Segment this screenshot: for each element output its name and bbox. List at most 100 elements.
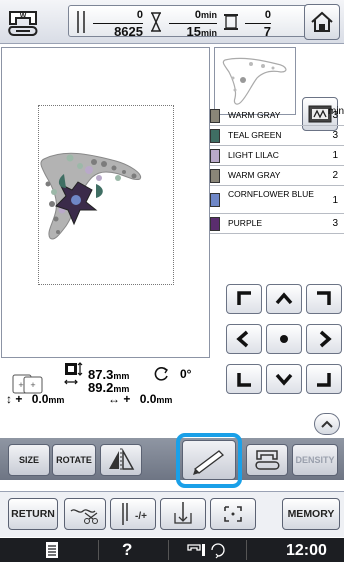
color-list-item[interactable]: LIGHT LILAC 1 — [210, 146, 344, 166]
svg-text:-/+: -/+ — [135, 511, 147, 522]
move-up-right-button[interactable] — [306, 284, 342, 314]
thread-minutes: 3 — [332, 130, 338, 141]
thread-minutes: 3 — [332, 218, 338, 229]
machine-border-icon — [255, 450, 280, 470]
move-down-left-button[interactable] — [226, 364, 262, 394]
memory-button[interactable]: MEMORY — [282, 498, 340, 530]
density-button[interactable]: DENSITY — [292, 444, 338, 476]
hourglass-icon — [149, 12, 163, 37]
thread-name: PURPLE — [228, 218, 263, 228]
arrow-left-icon — [236, 330, 249, 348]
thread-swatch — [210, 217, 220, 231]
color-list-item[interactable]: WARM GRAY 2 — [210, 166, 344, 186]
embroidery-preview — [1, 47, 210, 358]
clock: 12:00 — [286, 542, 327, 559]
vertical-arrow-icon: ↕ — [6, 392, 12, 406]
move-down-button[interactable] — [266, 364, 302, 394]
mirror-button[interactable] — [100, 444, 142, 476]
vertical-offset-value: 0.0 — [31, 392, 49, 406]
color-list-item[interactable]: PURPLE 3 — [210, 214, 344, 234]
home-button[interactable] — [304, 4, 340, 40]
thread-minutes: 2 — [332, 170, 338, 181]
color-total: 7 — [263, 24, 271, 39]
arrow-up-right-icon — [317, 291, 331, 305]
spool-icon — [223, 13, 239, 36]
move-up-left-button[interactable] — [226, 284, 262, 314]
move-right-button[interactable] — [306, 324, 342, 354]
trial-frame-icon — [224, 506, 242, 522]
arrow-right-icon — [319, 330, 332, 348]
embroidery-design — [40, 152, 142, 240]
thread-color-list: WARM GRAY 3 TEAL GREEN 3 LIGHT LILAC 1 WARM GR… — [210, 106, 344, 234]
size-button[interactable]: SIZE — [8, 444, 50, 476]
scissors-icon — [70, 509, 98, 524]
move-up-button[interactable] — [266, 284, 302, 314]
border-sewing-button[interactable] — [246, 444, 288, 476]
arrow-up-left-icon — [237, 291, 251, 305]
rotation-angle: 0° — [180, 367, 192, 381]
thread-cut-button[interactable] — [64, 498, 106, 530]
thread-swatch — [210, 169, 220, 183]
center-dot-icon — [280, 335, 288, 343]
rotate-button[interactable]: ROTATE — [52, 444, 96, 476]
thread-swatch — [210, 109, 220, 123]
help-button[interactable]: ? — [122, 540, 132, 560]
arrow-up-icon — [275, 292, 293, 305]
svg-text:W: W — [20, 13, 27, 20]
vertical-offset: ↕ + 0.0mm — [6, 392, 64, 406]
thread-swatch — [210, 129, 220, 143]
needle-minus-plus-icon: -/+ — [122, 503, 147, 525]
thread-name: WARM GRAY — [228, 170, 281, 180]
stitch-time-color-counters: 0 8625 0min 15min 0 7 — [68, 5, 308, 40]
hoop-baste-button[interactable] — [160, 498, 206, 530]
color-list-item[interactable]: TEAL GREEN 3 — [210, 126, 344, 146]
machine-status-icon — [186, 541, 226, 562]
color-list-item[interactable]: WARM GRAY 3 — [210, 106, 344, 126]
status-divider — [98, 540, 99, 560]
home-icon — [311, 11, 333, 32]
horizontal-offset: ↔ + 0.0mm — [108, 392, 172, 406]
svg-text:+: + — [30, 380, 35, 390]
status-divider — [246, 540, 247, 560]
arrow-down-left-icon — [237, 373, 251, 387]
arrow-down-right-icon — [317, 373, 331, 387]
mini-preview — [214, 47, 296, 115]
needle-icon — [75, 10, 87, 39]
arrow-down-icon — [275, 373, 293, 386]
selected-highlight — [176, 433, 242, 488]
needle-down-icon — [174, 502, 192, 524]
color-current: 0 — [245, 9, 271, 24]
document-icon[interactable] — [44, 541, 60, 562]
chevron-up-icon — [321, 420, 333, 428]
return-button[interactable]: RETURN — [8, 498, 58, 530]
color-list-item[interactable]: CORNFLOWER BLUE 1 — [210, 186, 344, 214]
stitch-total: 8625 — [114, 24, 143, 39]
thread-minutes: 1 — [332, 150, 338, 161]
time-counter: 0min 15min — [169, 9, 217, 40]
horizontal-offset-unit: mm — [156, 395, 173, 405]
horizontal-offset-sign: + — [123, 392, 131, 406]
status-divider — [168, 540, 169, 560]
move-down-right-button[interactable] — [306, 364, 342, 394]
thread-minutes: 1 — [332, 195, 338, 206]
size-icon — [64, 362, 84, 395]
horizontal-offset-value: 0.0 — [139, 392, 157, 406]
thread-name: WARM GRAY — [228, 110, 281, 120]
time-total-unit: min — [200, 28, 217, 38]
time-current-unit: min — [200, 10, 217, 20]
needle-position-button[interactable]: -/+ — [110, 498, 156, 530]
expand-button[interactable] — [314, 413, 340, 435]
thread-name: TEAL GREEN — [228, 130, 282, 140]
center-button[interactable] — [266, 324, 302, 354]
thread-name: CORNFLOWER BLUE — [228, 189, 314, 199]
stitch-current: 0 — [93, 9, 143, 24]
thread-name: LIGHT LILAC — [228, 150, 279, 160]
mirror-icon — [109, 448, 135, 472]
rotate-angle-icon — [154, 366, 170, 387]
move-left-button[interactable] — [226, 324, 262, 354]
time-total: 15 — [186, 24, 201, 39]
svg-text:+: + — [18, 380, 23, 390]
color-counter: 0 7 — [245, 9, 271, 38]
vertical-offset-sign: + — [15, 392, 23, 406]
trial-button[interactable] — [210, 498, 256, 530]
